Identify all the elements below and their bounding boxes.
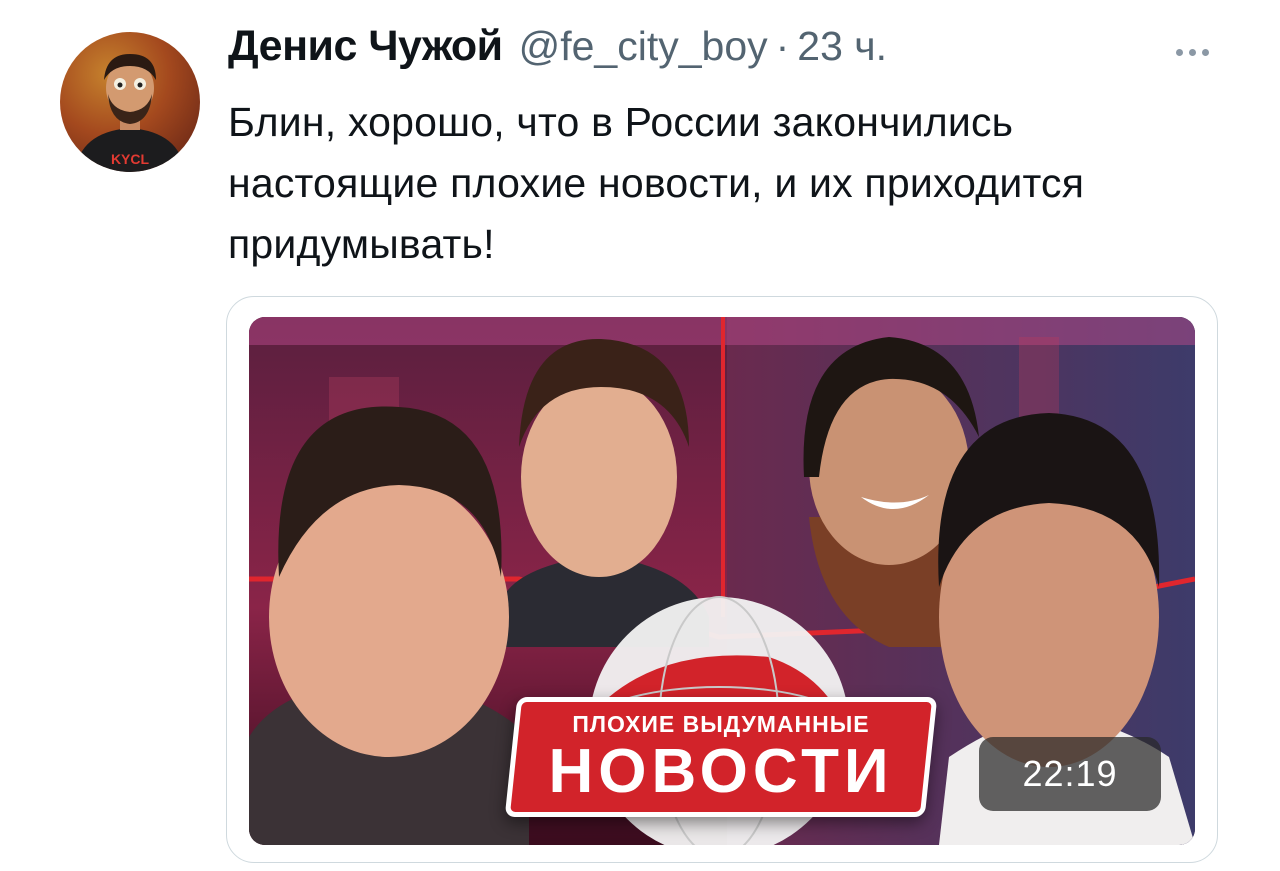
more-dot bbox=[1175, 48, 1183, 56]
video-duration-badge: 22:19 bbox=[979, 737, 1161, 811]
video-thumbnail[interactable]: ПЛОХИЕ ВЫДУМАННЫЕ НОВОСТИ 22:19 bbox=[249, 317, 1195, 845]
logo-title: НОВОСТИ bbox=[548, 737, 894, 806]
tweet-timestamp[interactable]: 23 ч. bbox=[797, 23, 887, 70]
author-avatar[interactable]: KYCL bbox=[60, 32, 200, 172]
separator-dot: · bbox=[775, 23, 790, 69]
author-name[interactable]: Денис Чужой bbox=[228, 22, 503, 71]
tweet-header: Денис Чужой @fe_city_boy · 23 ч. bbox=[228, 22, 887, 82]
show-logo: ПЛОХИЕ ВЫДУМАННЫЕ НОВОСТИ bbox=[504, 697, 938, 837]
tweet-text: Блин, хорошо, что в России закончились н… bbox=[228, 99, 1085, 267]
more-options-icon[interactable] bbox=[1166, 40, 1218, 64]
more-dot bbox=[1188, 48, 1196, 56]
author-handle[interactable]: @fe_city_boy bbox=[519, 23, 768, 70]
logo-subtitle: ПЛОХИЕ ВЫДУМАННЫЕ bbox=[572, 711, 870, 737]
svg-text:KYCL: KYCL bbox=[111, 151, 150, 167]
more-dot bbox=[1201, 48, 1209, 56]
media-card: ПЛОХИЕ ВЫДУМАННЫЕ НОВОСТИ 22:19 bbox=[226, 296, 1218, 863]
avatar-illustration: KYCL bbox=[75, 54, 185, 172]
